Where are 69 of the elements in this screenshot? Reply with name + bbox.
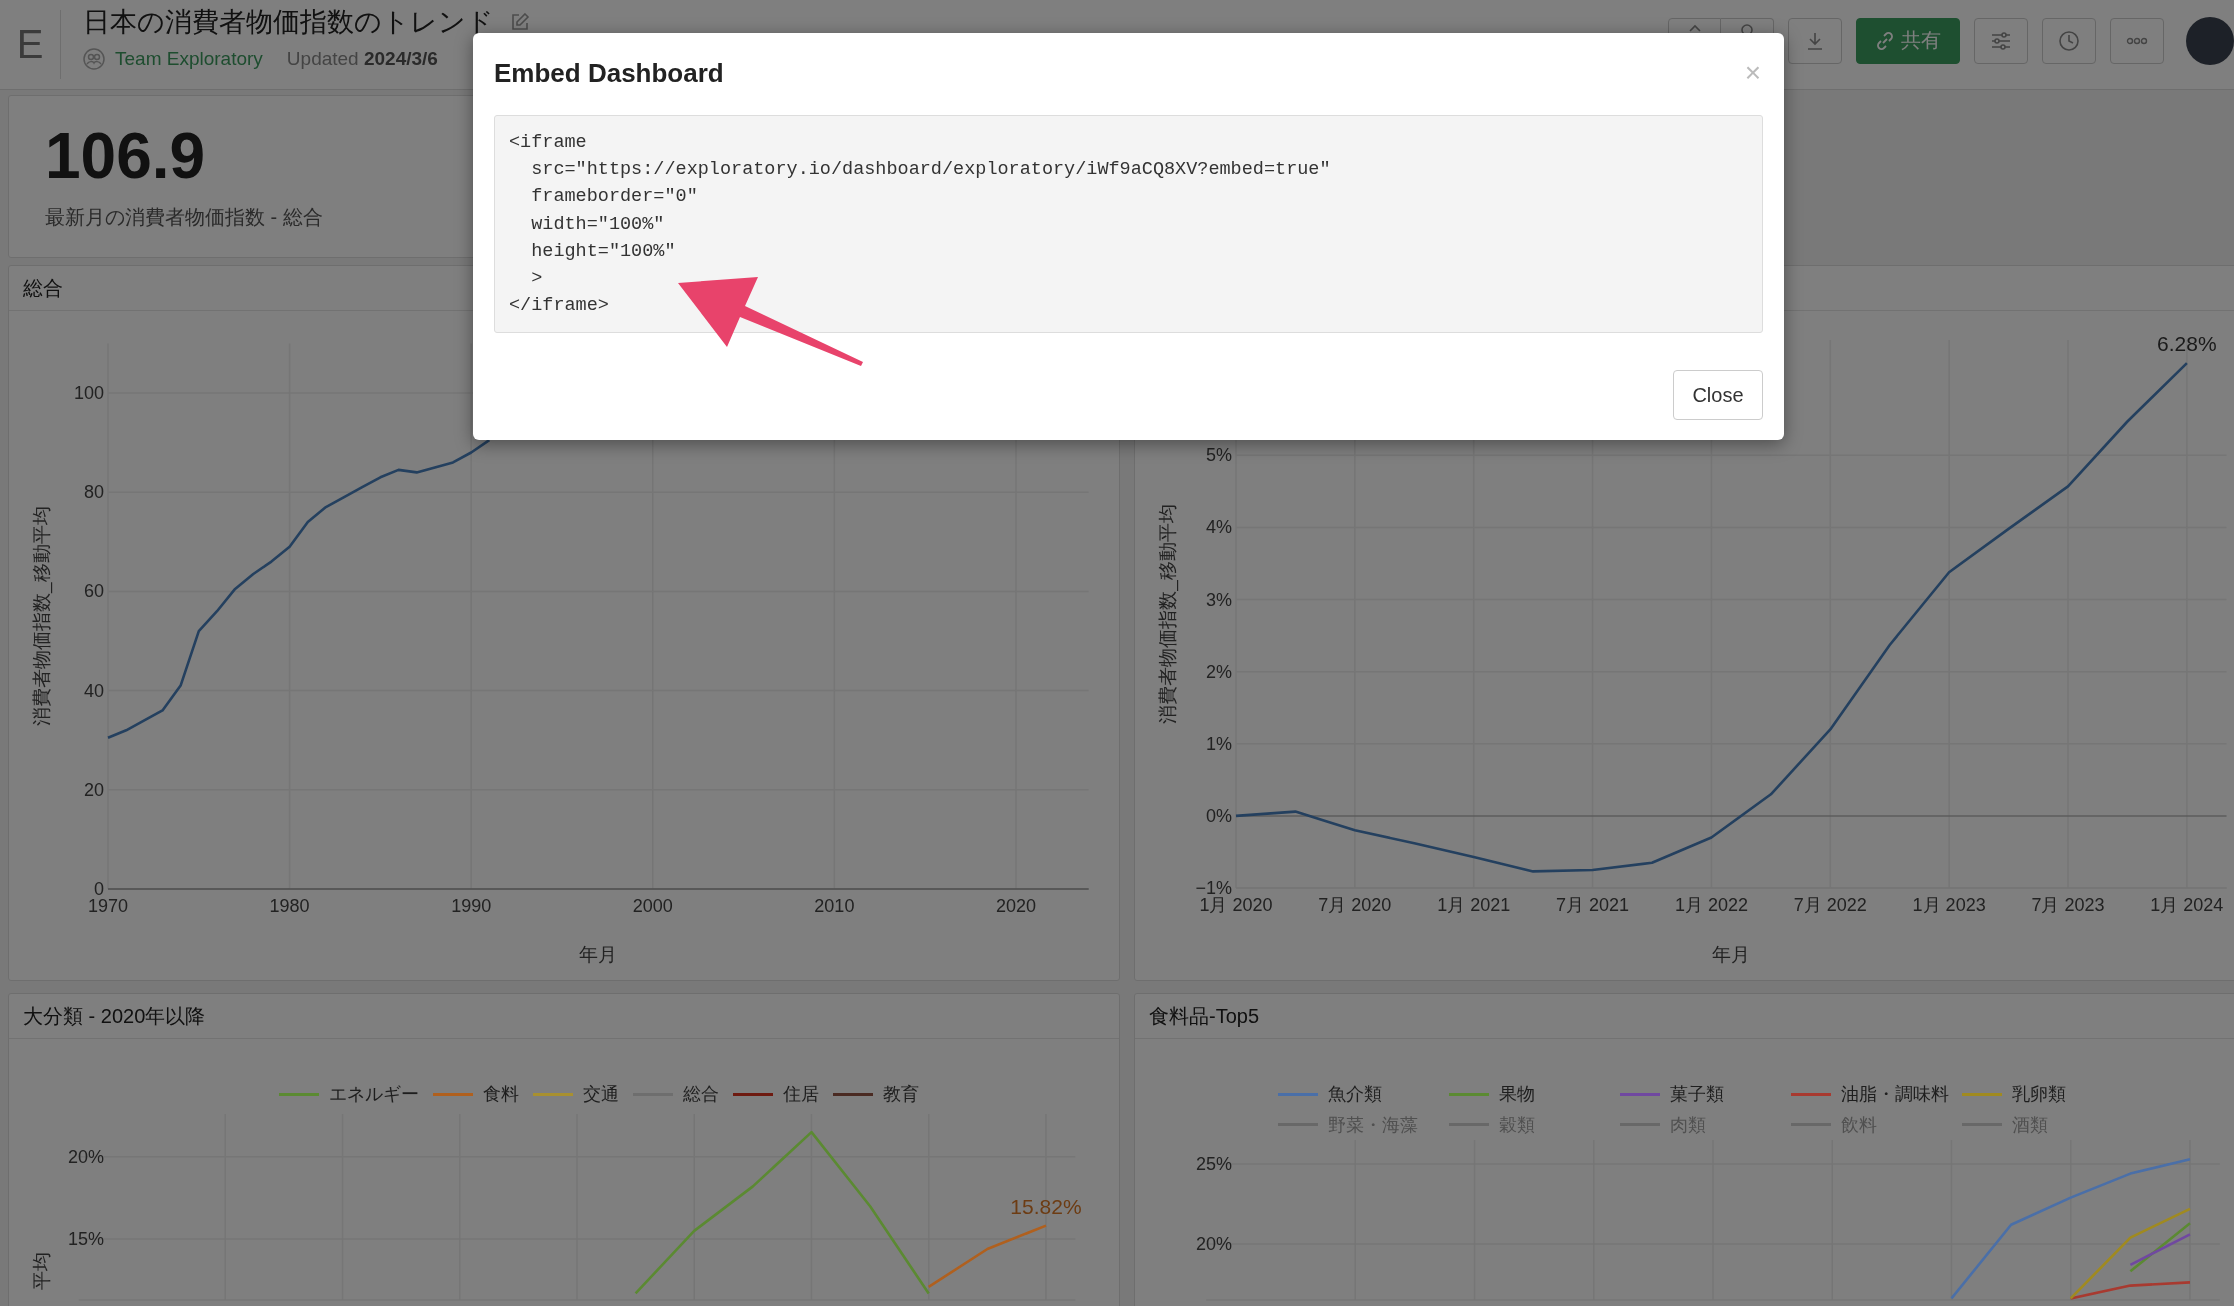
code-line: src="https://exploratory.io/dashboard/exploratory/iWf9aCQ8XV?embed=true"	[530, 158, 1331, 183]
kpi-label: 最新月の消費者物価指数 - 総合	[45, 205, 323, 230]
axis-tick-label: 1%	[1206, 733, 1232, 754]
data-label: 15.82%	[1010, 1194, 1082, 1218]
legend-label[interactable]: 魚介類	[1327, 1082, 1382, 1106]
code-line: height="100%"	[530, 239, 676, 264]
axis-tick-label: 5%	[1206, 445, 1232, 466]
axis-tick-label: 20%	[1195, 1234, 1232, 1254]
axis-tick-label: 7月 2020	[1318, 895, 1392, 915]
axis-tick-label: 25%	[1195, 1154, 1232, 1174]
legend-label[interactable]: 教育	[883, 1082, 919, 1106]
axis-tick-label: 3%	[1206, 589, 1232, 610]
legend-label[interactable]: 油脂・調味料	[1840, 1082, 1949, 1106]
dashboard-title: 日本の消費者物価指数のトレンド	[83, 6, 494, 39]
card-title: 食料品-Top5	[1149, 1005, 1260, 1027]
axis-tick-label: 7月 2023	[2031, 895, 2105, 915]
card-title: 大分類 - 2020年以降	[23, 1005, 206, 1027]
axis-tick-label: −1%	[1195, 878, 1232, 898]
data-label: 6.28%	[2157, 332, 2217, 356]
code-line: frameborder="0"	[530, 185, 698, 210]
axis-tick-label: 7月 2022	[1793, 895, 1867, 915]
axis-tick-label: 2020	[995, 896, 1036, 916]
code-line: width="100%"	[530, 212, 665, 237]
axis-title: 年月	[1712, 944, 1751, 965]
axis-tick-label: 1月 2024	[2150, 895, 2224, 915]
axis-tick-label: 1月 2020	[1199, 895, 1273, 915]
axis-tick-label: 80	[83, 482, 104, 503]
code-line: </iframe>	[509, 294, 609, 319]
legend-label[interactable]: 住居	[783, 1082, 819, 1106]
axis-tick-label: 0%	[1206, 805, 1232, 826]
legend-label[interactable]: 食料	[483, 1082, 519, 1106]
axis-title: 年月	[579, 944, 618, 965]
axis-tick-label: 1990	[451, 896, 492, 916]
axis-tick-label: 0	[94, 879, 104, 899]
updated-text: Updated 2024/3/6	[286, 48, 438, 70]
axis-tick-label: 7月 2021	[1556, 895, 1630, 915]
axis-tick-label: 2000	[632, 896, 673, 916]
axis-tick-label: 1月 2022	[1674, 895, 1748, 915]
close-dialog-button[interactable]: Close	[1673, 370, 1763, 420]
axis-tick-label: 2%	[1206, 661, 1232, 682]
axis-tick-label: 20	[83, 779, 104, 800]
axis-tick-label: 4%	[1206, 517, 1232, 538]
code-line: >	[530, 267, 543, 291]
legend-label[interactable]: 交通	[583, 1082, 619, 1106]
app-logo[interactable]: E	[0, 10, 61, 79]
axis-tick-label: 100	[73, 383, 104, 403]
legend-label[interactable]: 乳卵類	[2011, 1082, 2066, 1106]
code-line: <iframe	[509, 131, 587, 155]
legend-label[interactable]: 菓子類	[1669, 1082, 1724, 1106]
axis-tick-label: 20%	[67, 1146, 104, 1167]
dialog-title: Embed Dashboard	[494, 57, 724, 89]
axis-tick-label: 2010	[814, 896, 855, 916]
axis-title: 平均	[31, 1252, 52, 1290]
axis-title: 消費者物価指数_移動平均	[31, 506, 52, 726]
team-link[interactable]: Team Exploratory	[115, 48, 263, 70]
axis-tick-label: 1月 2023	[1912, 895, 1986, 915]
axis-tick-label: 15%	[67, 1229, 104, 1250]
card-title: 総合	[23, 277, 63, 299]
kpi-value: 106.9	[45, 124, 206, 188]
axis-tick-label: 1980	[269, 896, 310, 916]
axis-tick-label: 60	[83, 581, 104, 602]
axis-tick-label: 1月 2021	[1437, 895, 1511, 915]
axis-tick-label: 1970	[88, 896, 128, 916]
share-button[interactable]: 共有	[1856, 17, 1960, 64]
legend-label[interactable]: エネルギー	[329, 1082, 419, 1106]
legend-label[interactable]: 総合	[683, 1082, 719, 1106]
legend-label[interactable]: 果物	[1498, 1082, 1535, 1106]
axis-tick-label: 40	[83, 680, 104, 701]
axis-title: 消費者物価指数_移動平均	[1157, 504, 1178, 724]
